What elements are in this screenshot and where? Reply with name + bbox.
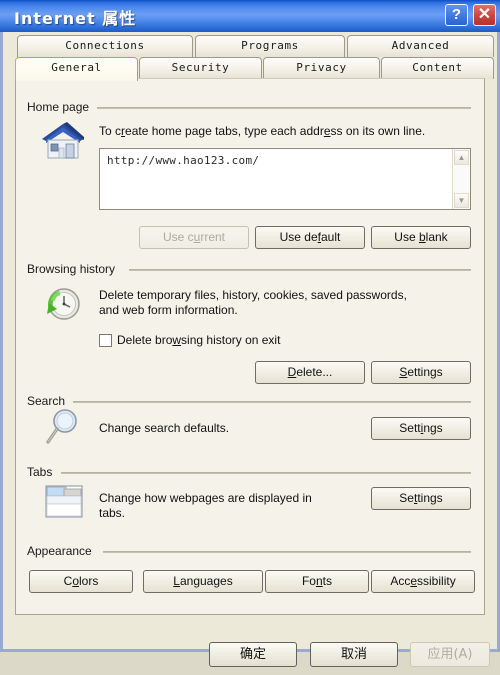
window-title: Internet 属性: [14, 9, 137, 28]
colors-accel: o: [72, 574, 79, 588]
search-group-rule: [73, 401, 471, 403]
apply-button[interactable]: 应用(A): [410, 642, 490, 667]
browsing-history-desc-line2: and web form information.: [99, 303, 238, 317]
accessibility-label-p1: Acc: [390, 574, 411, 588]
del-check-label-p2: sing history on exit: [181, 333, 281, 347]
appearance-group-rule: [103, 551, 471, 553]
tabs-description: Change how webpages are displayed in tab…: [99, 491, 359, 521]
search-settings-label-p2: ngs: [423, 421, 443, 435]
home-page-textarea[interactable]: http://www.hao123.com/ ▲ ▼: [99, 148, 471, 210]
close-button[interactable]: ✕: [473, 4, 496, 26]
use-current-label-p2: rrent: [200, 230, 226, 244]
tab-strip: Connections Programs Advanced General Se…: [3, 32, 497, 81]
browsing-history-group-label: Browsing history: [27, 262, 116, 276]
use-current-label-p1: Use c: [162, 230, 194, 244]
home-page-url-value: http://www.hao123.com/: [107, 154, 260, 167]
magnifier-icon: [41, 406, 85, 448]
tabs-group-label: Tabs: [27, 465, 53, 479]
fonts-button[interactable]: Fonts: [265, 570, 369, 593]
search-description: Change search defaults.: [99, 421, 230, 435]
languages-label: anguages: [179, 574, 233, 588]
browser-tabs-icon: [43, 482, 85, 522]
home-page-group-rule: [97, 107, 471, 109]
tab-security[interactable]: Security: [139, 57, 262, 79]
use-current-button[interactable]: Use current: [139, 226, 249, 249]
appearance-group-label: Appearance: [27, 544, 92, 558]
history-clock-icon: [41, 284, 85, 324]
colors-label-p2: lors: [79, 574, 99, 588]
cancel-button[interactable]: 取消: [310, 642, 398, 667]
languages-button[interactable]: Languages: [143, 570, 263, 593]
delete-history-on-exit-checkbox[interactable]: [99, 334, 112, 347]
internet-properties-dialog: Internet 属性 ? ✕ Connections Programs Adv…: [0, 0, 500, 652]
house-icon: [39, 118, 87, 162]
browsing-history-description: Delete temporary files, history, cookies…: [99, 288, 469, 318]
scroll-up-icon[interactable]: ▲: [454, 150, 469, 165]
fonts-label-p1: Fo: [301, 574, 316, 588]
tabs-settings-label-p1: Se: [399, 491, 414, 505]
home-page-group-label: Home page: [27, 100, 90, 114]
home-page-description: To create home page tabs, type each addr…: [99, 124, 469, 139]
history-settings-label: ettings: [407, 365, 443, 379]
fonts-label-p2: ts: [322, 574, 333, 588]
tabs-group-rule: [61, 472, 471, 474]
fonts-accel: n: [315, 574, 323, 588]
home-page-desc-p2: eate home page tabs, type each addr: [125, 124, 324, 138]
tabs-settings-button[interactable]: Settings: [371, 487, 471, 510]
search-settings-label-p1: Sett: [399, 421, 421, 435]
use-blank-accel: b: [418, 230, 426, 244]
home-page-scrollbar[interactable]: ▲ ▼: [452, 149, 470, 209]
home-page-desc-p3: ss on its own line.: [330, 124, 426, 138]
browsing-history-desc-line1: Delete temporary files, history, cookies…: [99, 288, 407, 302]
delete-history-label: elete...: [296, 365, 333, 379]
scroll-down-icon[interactable]: ▼: [454, 193, 469, 208]
use-blank-label-p2: lank: [425, 230, 448, 244]
accessibility-accel: e: [410, 574, 418, 588]
browsing-history-group-rule: [129, 269, 471, 271]
help-button[interactable]: ?: [445, 4, 468, 26]
home-page-desc-p1: To c: [99, 124, 122, 138]
tab-connections[interactable]: Connections: [17, 35, 193, 57]
languages-accel: L: [173, 574, 180, 588]
history-settings-button[interactable]: Settings: [371, 361, 471, 384]
delete-history-on-exit-label[interactable]: Delete browsing history on exit: [117, 333, 280, 347]
accessibility-button[interactable]: Accessibility: [371, 570, 475, 593]
del-check-accel: w: [172, 333, 182, 347]
accessibility-label-p2: ssibility: [417, 574, 456, 588]
colors-button[interactable]: Colors: [29, 570, 133, 593]
tab-general[interactable]: General: [15, 57, 138, 81]
delete-history-button[interactable]: Delete...: [255, 361, 365, 384]
use-blank-label-p1: Use: [394, 230, 419, 244]
tabs-desc-line1: Change how webpages are displayed in: [99, 491, 312, 505]
tab-advanced[interactable]: Advanced: [347, 35, 494, 57]
delete-history-accel: D: [287, 365, 297, 379]
home-page-desc-accel2: e: [323, 124, 331, 138]
tab-privacy[interactable]: Privacy: [263, 57, 380, 79]
use-default-label-p1: Use de: [279, 230, 318, 244]
search-settings-button[interactable]: Settings: [371, 417, 471, 440]
use-default-button[interactable]: Use default: [255, 226, 365, 249]
use-blank-button[interactable]: Use blank: [371, 226, 471, 249]
title-bar: Internet 属性 ? ✕: [0, 0, 500, 32]
tabs-desc-line2: tabs.: [99, 506, 126, 520]
tabs-settings-label-p2: tings: [417, 491, 443, 505]
colors-label-p1: C: [63, 574, 73, 588]
use-default-label-p2: ault: [321, 230, 341, 244]
ok-button[interactable]: 确定: [209, 642, 297, 667]
tab-content[interactable]: Content: [381, 57, 494, 79]
del-check-label-p1: Delete bro: [117, 333, 173, 347]
tab-programs[interactable]: Programs: [195, 35, 345, 57]
